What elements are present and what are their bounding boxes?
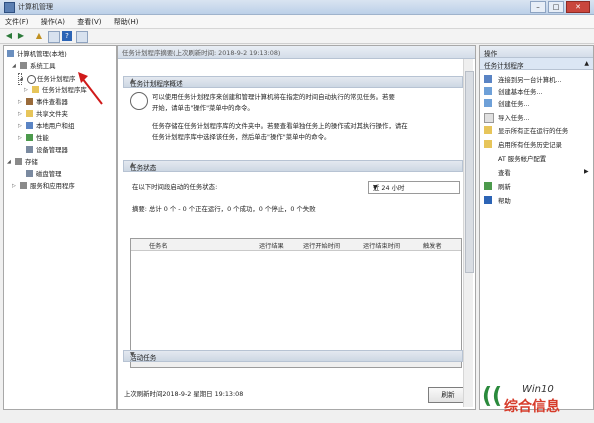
collapse-section-icon[interactable]: ▲ <box>130 161 458 168</box>
watermark-logo: (( <box>482 384 503 409</box>
active-tasks-section-header[interactable]: 活动任务 ▼ <box>123 350 463 362</box>
pane-header: 任务计划程序摘要(上次刷新时间: 2018-9-2 19:13:08) <box>118 46 475 59</box>
computer-management-icon <box>4 2 15 13</box>
task-summary: 摘要: 总计 0 个 - 0 个正在运行，0 个成功，0 个停止，0 个失败 <box>132 205 316 213</box>
computer-icon <box>484 75 492 83</box>
column-result[interactable]: 运行结果 <box>259 241 284 250</box>
expand-section-icon[interactable]: ▼ <box>130 351 458 358</box>
menu-action[interactable]: 操作(A) <box>36 15 70 29</box>
column-trigger[interactable]: 触发者 <box>423 241 442 250</box>
overview-text-4: 任务计划程序库中选择该任务，然后单击"操作"菜单中的命令。 <box>152 133 331 141</box>
refresh-icon <box>484 182 492 190</box>
menu-help[interactable]: 帮助(H) <box>109 15 144 29</box>
show-hide-tree-icon[interactable] <box>48 31 60 43</box>
import-icon <box>484 113 494 123</box>
overview-text-1: 可以使用任务计划程序来创建和管理计算机将在指定的时间自动执行的常见任务。若要 <box>152 93 395 101</box>
expand-icon[interactable]: ▷ <box>18 135 22 141</box>
create-basic-task-icon <box>484 87 492 95</box>
collapse-icon[interactable]: ◢ <box>12 63 16 69</box>
expand-icon[interactable]: ▷ <box>18 123 22 129</box>
expand-icon[interactable]: ▷ <box>24 87 28 93</box>
disk-icon <box>26 170 33 177</box>
actions-pane: 操作 任务计划程序 ▲ 连接到另一台计算机... 创建基本任务... 创建任务.… <box>479 45 594 410</box>
status-section-header[interactable]: 任务状态 ▲ <box>123 160 463 172</box>
watermark-os: Win10 <box>522 384 554 395</box>
system-tools-icon <box>20 62 27 69</box>
expand-icon[interactable]: ▷ <box>18 99 22 105</box>
annotation-arrow <box>78 72 103 105</box>
menu-bar: 文件(F) 操作(A) 查看(V) 帮助(H) <box>0 15 594 29</box>
collapse-icon[interactable]: ◢ <box>7 159 11 165</box>
overview-text-2: 开始，请单击"操作"菜单中的命令。 <box>152 104 254 112</box>
task-status-table: 任务名 运行结果 运行开始时间 运行结束时间 触发者 <box>130 238 462 368</box>
last-refresh-text: 上次刷新时间2018-9-2 星期日 19:13:08 <box>124 390 244 398</box>
properties-icon[interactable] <box>76 31 88 43</box>
menu-view[interactable]: 查看(V) <box>72 15 106 29</box>
toolbar: ◀ ▶ ▲ ? <box>0 29 594 44</box>
expand-icon[interactable]: ▷ <box>12 183 16 189</box>
expand-icon[interactable]: ▷ <box>18 111 22 117</box>
performance-icon <box>26 134 33 141</box>
actions-header: 操作 <box>480 46 593 58</box>
main-pane: 任务计划程序摘要(上次刷新时间: 2018-9-2 19:13:08) 任务计划… <box>117 45 476 410</box>
table-header: 任务名 运行结果 运行开始时间 运行结束时间 触发者 <box>131 239 461 251</box>
actions-subheader[interactable]: 任务计划程序 ▲ <box>480 58 593 70</box>
device-manager-icon <box>26 146 33 153</box>
shared-folder-icon <box>26 110 33 117</box>
overview-text-3: 任务存储在任务计划程序库的文件夹中。若要查看单独任务上的操作或对其执行操作，请在 <box>152 122 408 130</box>
watermark-brand: 综合信息 <box>504 399 560 415</box>
up-folder-icon[interactable]: ▲ <box>34 31 44 41</box>
services-icon <box>20 182 27 189</box>
folder-icon <box>32 86 39 93</box>
vertical-scrollbar[interactable] <box>463 59 474 407</box>
users-icon <box>26 122 33 129</box>
create-task-icon <box>484 99 492 107</box>
storage-icon <box>15 158 22 165</box>
column-task-name[interactable]: 任务名 <box>149 241 168 250</box>
forward-icon[interactable]: ▶ <box>16 31 26 41</box>
back-icon[interactable]: ◀ <box>4 31 14 41</box>
menu-file[interactable]: 文件(F) <box>0 15 34 29</box>
maximize-button[interactable]: □ <box>548 1 564 13</box>
close-button[interactable]: ✕ <box>566 1 590 13</box>
submenu-arrow-icon: ▶ <box>584 168 589 175</box>
minimize-button[interactable]: – <box>530 1 546 13</box>
collapse-section-icon[interactable]: ▲ <box>130 77 458 84</box>
overview-section-header[interactable]: 任务计划程序概述 ▲ <box>123 76 463 88</box>
pane-header-text: 任务计划程序摘要(上次刷新时间: 2018-9-2 19:13:08) <box>122 49 281 57</box>
watermark: (( Win10 综合信息 <box>478 380 592 420</box>
column-start-time[interactable]: 运行开始时间 <box>303 241 340 250</box>
refresh-button[interactable]: 刷新 <box>428 387 468 403</box>
collapse-icon[interactable]: ◢ <box>19 76 23 82</box>
title-bar: 计算机管理 – □ ✕ <box>0 0 594 15</box>
chevron-down-icon: ▼ <box>373 184 378 191</box>
event-viewer-icon <box>26 98 33 105</box>
tree-item-task-scheduler[interactable]: ◢ 任务计划程序 <box>18 73 75 85</box>
collapse-icon[interactable]: ▲ <box>584 60 589 67</box>
help-icon <box>484 196 492 204</box>
computer-icon <box>7 50 14 57</box>
help-icon[interactable]: ? <box>62 31 72 41</box>
clock-icon <box>130 92 148 110</box>
column-end-time[interactable]: 运行结束时间 <box>363 241 400 250</box>
history-icon <box>484 140 492 148</box>
status-label: 在以下时间段启动的任务状态: <box>132 183 218 191</box>
clock-icon <box>27 75 36 84</box>
period-select[interactable]: 近 24 小时 ▼ <box>368 181 460 194</box>
window-title: 计算机管理 <box>18 3 53 11</box>
running-tasks-icon <box>484 126 492 134</box>
scrollbar-thumb[interactable] <box>465 71 474 273</box>
